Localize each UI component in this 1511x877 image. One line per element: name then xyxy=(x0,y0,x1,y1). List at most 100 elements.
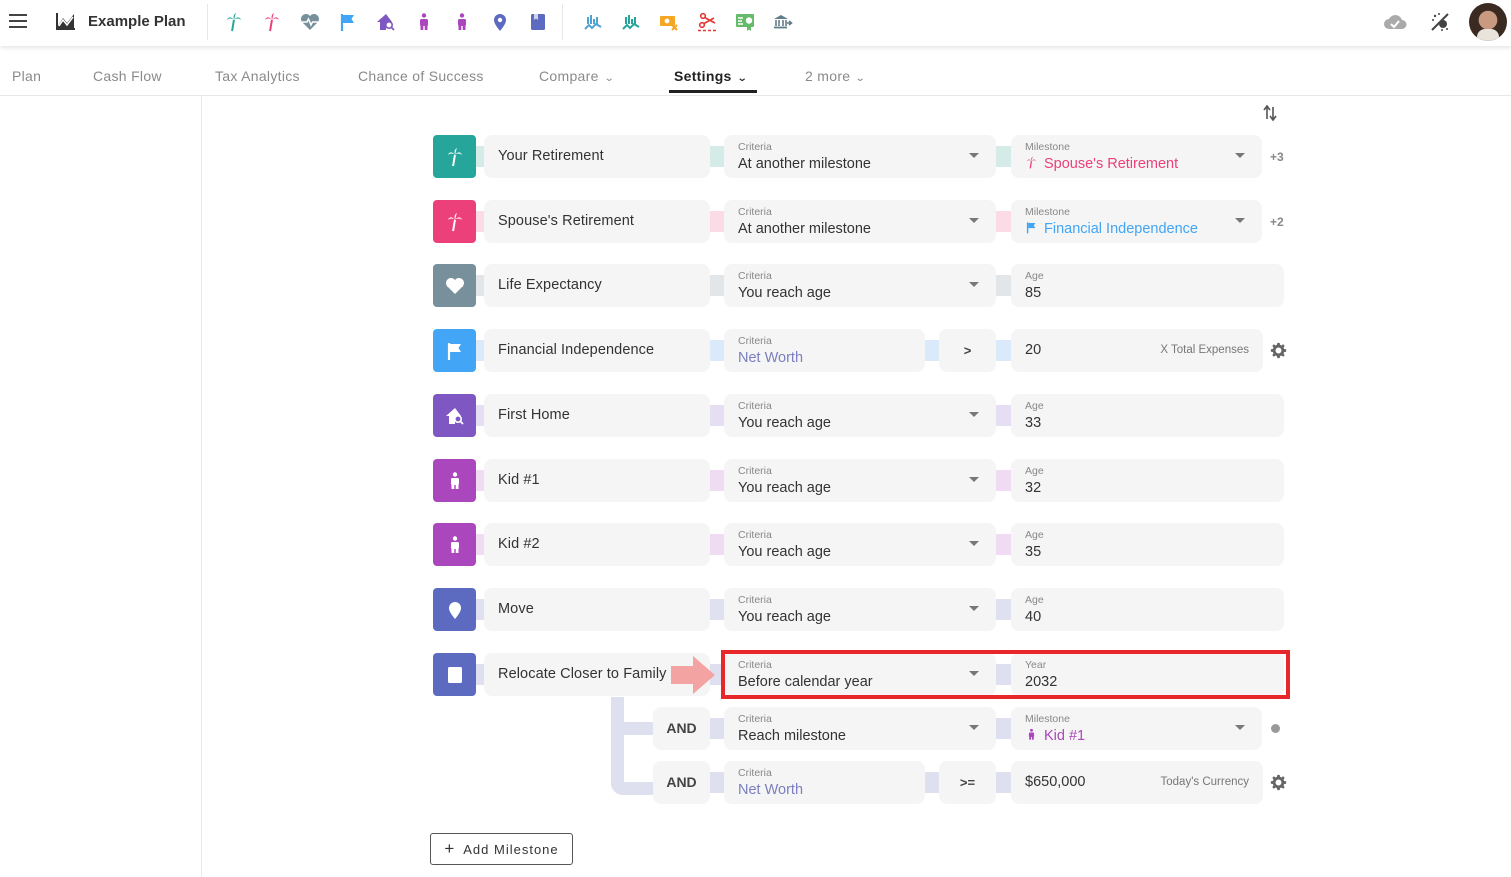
field-label: Age xyxy=(1025,400,1044,412)
tab-settings[interactable]: Settings ⌄ xyxy=(674,68,747,84)
target-input[interactable]: Age 85 xyxy=(1011,264,1284,307)
milestone-name: Financial Independence xyxy=(498,342,655,358)
connector xyxy=(710,275,725,296)
sort-icon[interactable] xyxy=(1262,104,1278,122)
and-joiner[interactable]: AND xyxy=(653,761,710,804)
tab-chance-of-success[interactable]: Chance of Success xyxy=(358,68,484,84)
criteria-select[interactable]: Criteria Reach milestone xyxy=(724,707,996,750)
milestone-name-input[interactable]: First Home xyxy=(484,394,710,437)
and-joiner[interactable]: AND xyxy=(653,707,710,750)
extra-count-badge[interactable]: +2 xyxy=(1270,215,1284,229)
target-input[interactable]: Age 32 xyxy=(1011,459,1284,502)
connector xyxy=(925,772,940,793)
criteria-select[interactable]: Criteria At another milestone xyxy=(724,200,996,243)
milestone-row: Life Expectancy Criteria You reach age A… xyxy=(433,264,1313,307)
target-input[interactable]: Year 2032 xyxy=(1011,653,1284,696)
criteria-select[interactable]: Criteria You reach age xyxy=(724,459,996,502)
criteria-value: You reach age xyxy=(738,609,831,625)
extra-count-badge[interactable]: +3 xyxy=(1270,150,1284,164)
milestone-name-input[interactable]: Spouse's Retirement xyxy=(484,200,710,243)
milestone-name-input[interactable]: Life Expectancy xyxy=(484,264,710,307)
criteria-select[interactable]: Criteria Before calendar year xyxy=(724,653,996,696)
tab-bar: Plan Cash Flow Tax Analytics Chance of S… xyxy=(0,46,1511,96)
palm-tree-icon[interactable] xyxy=(223,11,245,33)
palm-tree-icon[interactable] xyxy=(433,200,476,243)
criteria-select[interactable]: Criteria You reach age xyxy=(724,588,996,631)
tab-label: Chance of Success xyxy=(358,68,484,84)
palm-tree-icon[interactable] xyxy=(433,135,476,178)
cash-remove-icon[interactable] xyxy=(658,11,680,33)
target-input[interactable]: 20 X Total Expenses xyxy=(1011,329,1263,372)
flag-icon[interactable] xyxy=(433,329,476,372)
milestone-select[interactable]: Milestone Financial Independence xyxy=(1011,200,1262,243)
milestone-select[interactable]: Milestone Spouse's Retirement xyxy=(1011,135,1262,178)
child-icon[interactable] xyxy=(451,11,473,33)
field-label: Criteria xyxy=(738,659,772,671)
tab-plan[interactable]: Plan xyxy=(12,68,41,84)
tab-compare[interactable]: Compare ⌄ xyxy=(539,68,614,84)
bookmark-icon[interactable] xyxy=(433,653,476,696)
map-pin-icon[interactable] xyxy=(489,11,511,33)
palm-tree-icon[interactable] xyxy=(261,11,283,33)
certificate-icon[interactable] xyxy=(734,11,756,33)
chevron-down-icon: ⌄ xyxy=(855,73,867,84)
target-input[interactable]: Age 33 xyxy=(1011,394,1284,437)
chart-growth-icon[interactable] xyxy=(582,11,604,33)
flag-icon[interactable] xyxy=(337,11,359,33)
milestone-name: Your Retirement xyxy=(498,148,604,164)
magic-wand-icon[interactable] xyxy=(1429,11,1451,33)
target-input[interactable]: $650,000 Today's Currency xyxy=(1011,761,1263,804)
milestone-name-input[interactable]: Kid #2 xyxy=(484,523,710,566)
cloud-sync-icon[interactable] xyxy=(1383,12,1407,32)
criteria-select[interactable]: Criteria You reach age xyxy=(724,523,996,566)
gear-icon[interactable] xyxy=(1270,342,1287,359)
heart-pulse-icon[interactable] xyxy=(299,11,321,33)
tab-tax-analytics[interactable]: Tax Analytics xyxy=(215,68,300,84)
user-avatar[interactable] xyxy=(1469,3,1507,41)
criteria-select[interactable]: Criteria Net Worth xyxy=(724,761,925,804)
milestone-name: Relocate Closer to Family xyxy=(498,666,667,682)
bookmark-icon[interactable] xyxy=(527,11,549,33)
tab-cash-flow[interactable]: Cash Flow xyxy=(93,68,162,84)
connector xyxy=(710,340,725,361)
target-value: Financial Independence xyxy=(1025,221,1198,237)
milestone-row: Spouse's Retirement Criteria At another … xyxy=(433,200,1313,243)
child-icon[interactable] xyxy=(413,11,435,33)
connector xyxy=(710,405,725,426)
status-dot[interactable] xyxy=(1271,724,1280,733)
plan-title[interactable]: Example Plan xyxy=(88,13,186,30)
criteria-select[interactable]: Criteria You reach age xyxy=(724,264,996,307)
milestone-row: Relocate Closer to Family Criteria Befor… xyxy=(433,653,1313,696)
connector xyxy=(996,146,1012,167)
milestone-name-input[interactable]: Your Retirement xyxy=(484,135,710,178)
target-input[interactable]: Age 40 xyxy=(1011,588,1284,631)
tab-more[interactable]: 2 more ⌄ xyxy=(805,68,867,84)
connector xyxy=(710,211,725,232)
home-search-icon[interactable] xyxy=(375,11,397,33)
gear-icon[interactable] xyxy=(1270,774,1287,791)
criteria-select[interactable]: Criteria At another milestone xyxy=(724,135,996,178)
divider xyxy=(207,4,208,40)
add-milestone-button[interactable]: + Add Milestone xyxy=(430,833,573,865)
milestone-name-input[interactable]: Kid #1 xyxy=(484,459,710,502)
home-search-icon[interactable] xyxy=(433,394,476,437)
child-icon[interactable] xyxy=(433,459,476,502)
milestone-name-input[interactable]: Move xyxy=(484,588,710,631)
target-input[interactable]: Age 35 xyxy=(1011,523,1284,566)
operator-select[interactable]: > xyxy=(939,329,996,372)
criteria-value: Before calendar year xyxy=(738,674,873,690)
bank-transfer-icon[interactable] xyxy=(772,11,794,33)
criteria-select[interactable]: Criteria Net Worth xyxy=(724,329,925,372)
target-value: 33 xyxy=(1025,415,1041,431)
milestone-name-input[interactable]: Financial Independence xyxy=(484,329,710,372)
chart-growth-icon[interactable] xyxy=(620,11,642,33)
child-icon[interactable] xyxy=(433,523,476,566)
milestone-select[interactable]: Milestone Kid #1 xyxy=(1011,707,1262,750)
operator-select[interactable]: >= xyxy=(939,761,996,804)
connector xyxy=(710,146,725,167)
criteria-select[interactable]: Criteria You reach age xyxy=(724,394,996,437)
heart-pulse-icon[interactable] xyxy=(433,264,476,307)
menu-icon[interactable] xyxy=(9,14,27,28)
map-pin-icon[interactable] xyxy=(433,588,476,631)
scissors-cut-icon[interactable] xyxy=(696,11,718,33)
